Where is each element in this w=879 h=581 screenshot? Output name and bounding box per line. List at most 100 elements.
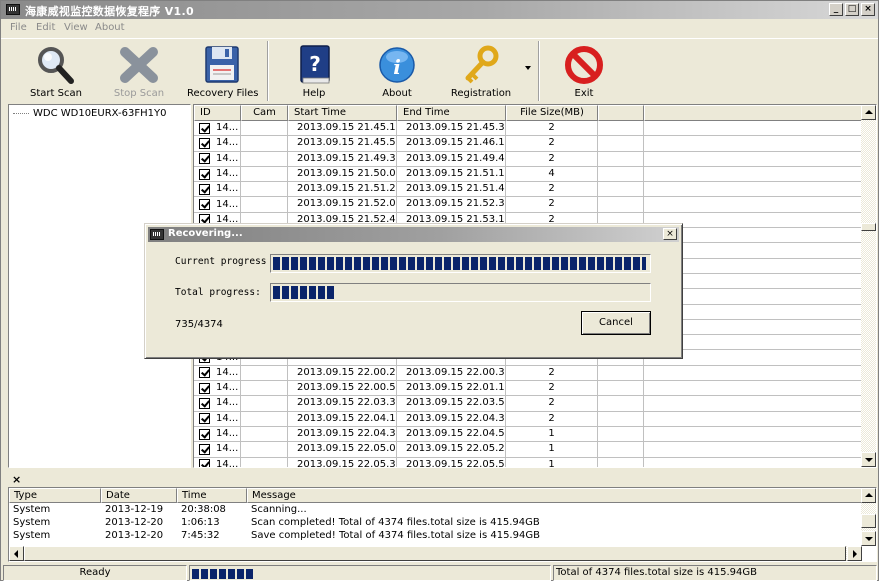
scroll-thumb[interactable] [861,223,876,231]
row-checkbox[interactable] [199,382,210,394]
start-scan-button[interactable]: Start Scan [21,42,91,100]
col-cam[interactable]: Cam [241,105,288,121]
row-blank [598,411,644,426]
table-row[interactable]: 14... 2013.09.15 21.52.06 2013.09.15 21.52… [194,197,862,213]
log-vscroll[interactable] [861,488,876,546]
log-col-time[interactable]: Time [177,488,247,503]
scroll-down-button[interactable] [861,452,876,467]
recovery-files-button[interactable]: Recovery Files [187,42,259,100]
row-filler [644,442,862,456]
table-row[interactable]: 14... 2013.09.15 22.03.38 2013.09.15 22.03… [194,396,862,412]
row-id: 14... [216,122,239,134]
grid-header: ID Cam Start Time End Time File Size(MB) [194,105,862,121]
log-row[interactable]: System 2013-12-20 1:06:13 Scan completed! T… [9,516,862,529]
log-scroll-down-button[interactable] [861,531,876,546]
table-row[interactable]: 14... 2013.09.15 22.04.35 2013.09.15 22.04… [194,426,862,443]
progress-segment [552,257,559,270]
row-checkbox[interactable] [199,367,210,379]
row-filler [644,167,862,181]
col-file-size[interactable]: File Size(MB) [506,105,598,121]
row-checkbox[interactable] [199,183,210,195]
log-scroll-up-button[interactable] [861,488,876,503]
row-end-time: 2013.09.15 21.51.49 [397,182,506,197]
current-progress-label: Current progress [175,256,267,267]
progress-segment [246,569,253,579]
registration-dropdown-icon[interactable] [525,66,531,70]
title-bar[interactable]: 海康威视监控数据恢复程序 V1.0 _ □ × [1,1,878,19]
total-progress-fill [273,286,336,299]
menu-file[interactable]: File [10,22,27,33]
row-filler [644,396,862,410]
log-row[interactable]: System 2013-12-19 20:38:08 Scanning... [9,503,862,516]
row-checkbox[interactable] [199,459,210,467]
log-col-message[interactable]: Message [247,488,862,503]
log-list[interactable]: Type Date Time Message System 2013-12-19 2… [8,487,877,562]
registration-button[interactable]: Registration [446,42,516,100]
log-hscroll[interactable] [9,546,862,561]
log-col-date[interactable]: Date [101,488,177,503]
table-row[interactable]: 14... 2013.09.15 22.05.39 2013.09.15 22.05… [194,457,862,467]
row-start-time: 2013.09.15 21.45.11 [288,121,397,136]
row-checkbox[interactable] [199,168,210,180]
toolbar: Start Scan Stop Scan Recovery Files ? He… [1,38,878,102]
row-start-time: 2013.09.15 22.03.38 [288,396,397,411]
row-checkbox[interactable] [199,397,210,409]
row-checkbox[interactable] [199,153,210,165]
table-row[interactable]: 14... 2013.09.15 22.04.11 2013.09.15 22.04… [194,411,862,427]
col-id[interactable]: ID [194,105,241,121]
close-button[interactable]: × [861,3,875,16]
table-row[interactable]: 14... 2013.09.15 21.51.27 2013.09.15 21.51… [194,182,862,198]
log-close-icon[interactable]: × [12,473,21,486]
exit-no-icon [565,46,603,84]
col-filler [644,105,862,121]
help-button[interactable]: ? Help [279,42,349,100]
menu-about[interactable]: About [95,22,125,33]
log-col-type[interactable]: Type [9,488,101,503]
row-filler [644,427,862,441]
exit-label: Exit [574,88,594,99]
log-scroll-thumb[interactable] [861,514,876,528]
dialog-close-button[interactable]: × [663,228,677,240]
progress-segment [372,257,379,270]
log-scroll-right-button[interactable] [847,546,862,561]
log-row[interactable]: System 2013-12-20 7:45:32 Save completed! T… [9,529,862,542]
row-start-time: 2013.09.15 22.00.22 [288,365,397,381]
row-end-time: 2013.09.15 22.00.39 [397,365,506,381]
row-id-cell: 14... [194,411,241,426]
table-row[interactable]: 14... 2013.09.15 22.00.55 2013.09.15 22.01… [194,381,862,397]
grid-vscroll[interactable] [861,105,876,467]
col-end-time[interactable]: End Time [397,105,506,121]
row-filler [644,381,862,395]
log-scroll-left-button[interactable] [9,546,24,561]
dialog-title-bar[interactable]: Recovering... × [148,227,679,242]
menu-edit[interactable]: Edit [36,22,55,33]
row-checkbox[interactable] [199,199,210,211]
maximize-button[interactable]: □ [845,3,859,16]
stop-scan-button[interactable]: Stop Scan [104,42,174,100]
row-checkbox[interactable] [199,413,210,425]
table-row[interactable]: 14... 2013.09.15 21.45.11 2013.09.15 21.45… [194,121,862,137]
about-button[interactable]: i About [362,42,432,100]
row-blank [598,151,644,166]
exit-button[interactable]: Exit [549,42,619,100]
cancel-button[interactable]: Cancel [581,311,651,335]
tree-node-drive[interactable]: WDC WD10EURX-63FH1Y0 [13,108,166,119]
progress-segment [291,286,298,299]
row-checkbox[interactable] [199,137,210,149]
log-hscroll-thumb[interactable] [24,546,846,561]
menu-view[interactable]: View [64,22,88,33]
scroll-up-button[interactable] [861,105,876,120]
col-start-time[interactable]: Start Time [288,105,397,121]
row-checkbox[interactable] [199,122,210,134]
minimize-button[interactable]: _ [829,3,843,16]
table-row[interactable]: 14... 2013.09.15 21.49.30 2013.09.15 21.49… [194,151,862,167]
table-row[interactable]: 14... 2013.09.15 22.05.08 2013.09.15 22.05… [194,442,862,458]
row-checkbox[interactable] [199,428,210,440]
row-checkbox[interactable] [199,443,210,455]
table-row[interactable]: 14... 2013.09.15 21.50.05 2013.09.15 21.51… [194,166,862,183]
progress-segment [318,286,325,299]
table-row[interactable]: 14... 2013.09.15 22.00.22 2013.09.15 22.00… [194,365,862,382]
progress-segment [480,257,487,270]
row-id-cell: 14... [194,197,241,212]
table-row[interactable]: 14... 2013.09.15 21.45.51 2013.09.15 21.46… [194,136,862,152]
